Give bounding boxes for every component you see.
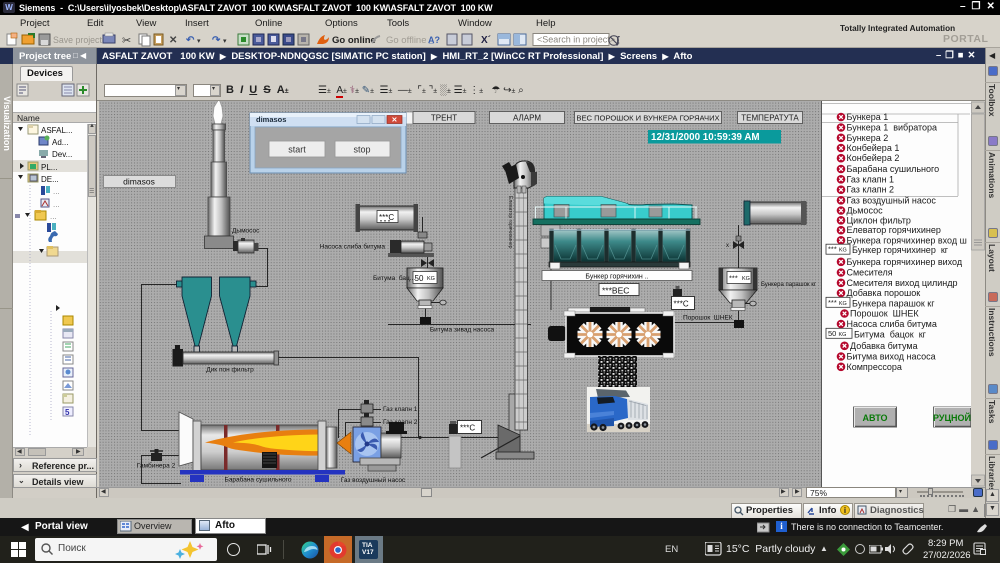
svg-text:Dev...: Dev... — [52, 150, 72, 159]
svg-text:KG: KG — [427, 276, 435, 282]
svg-text:Бункера 1: Бункера 1 — [847, 112, 889, 122]
svg-text:Бункер горячихинер кг: Бункер горячихинер кг — [852, 245, 949, 255]
svg-text:Битума бац...: Битума бац... — [373, 274, 415, 282]
svg-text:A̲?: A̲? — [428, 35, 440, 45]
svg-text:Go offline: Go offline — [386, 35, 427, 46]
svg-text:KG: KG — [742, 276, 750, 282]
svg-text:Save project: Save project — [53, 35, 102, 45]
svg-text:Порошок ШНЕК: Порошок ШНЕК — [683, 315, 733, 322]
svg-text:Елеватор горячихинер: Елеватор горячихинер — [507, 196, 513, 249]
svg-text:dimasos: dimasos — [123, 177, 155, 187]
svg-text:PL...: PL... — [41, 163, 57, 172]
svg-text:Газ воздушный насос: Газ воздушный насос — [341, 476, 406, 484]
svg-text:Циклон фильтр: Циклон фильтр — [847, 215, 911, 225]
svg-text:***ВЕС: ***ВЕС — [602, 286, 629, 296]
svg-text:...: ... — [50, 212, 57, 221]
svg-text:Бункера горячихинер виход: Бункера горячихинер виход — [847, 257, 963, 267]
svg-text:Порошок ШНЕК: Порошок ШНЕК — [850, 309, 919, 319]
svg-text:Go online: Go online — [332, 35, 376, 46]
svg-text:Конбейера 1: Конбейера 1 — [847, 143, 900, 153]
svg-text:✕: ✕ — [169, 35, 177, 46]
svg-text:Битума виход насоса: Битума виход насоса — [847, 352, 936, 362]
svg-text:Дик пон фильтр: Дик пон фильтр — [206, 367, 254, 374]
svg-text:DE...: DE... — [41, 175, 59, 184]
svg-text:12/31/2000 10:59:39 AM: 12/31/2000 10:59:39 AM — [651, 132, 760, 143]
svg-text:Газ клапн 1: Газ клапн 1 — [383, 406, 418, 413]
svg-text:5: 5 — [65, 408, 70, 417]
svg-text:ТЕМПЕРАТУТА: ТЕМПЕРАТУТА — [741, 114, 799, 123]
svg-text:Дымосос: Дымосос — [232, 228, 260, 235]
svg-text:АВТО: АВТО — [863, 413, 888, 423]
svg-text:АЛАРМ: АЛАРМ — [513, 114, 541, 123]
svg-text:Смесителя: Смесителя — [847, 268, 893, 278]
svg-text:Бункера горячихинер вход ш: Бункера горячихинер вход ш — [847, 235, 967, 245]
svg-text:Газ клапн 2: Газ клапн 2 — [383, 419, 418, 426]
svg-text:Барабана сушильного: Барабана сушильного — [225, 476, 292, 484]
svg-text:50: 50 — [415, 274, 424, 283]
svg-text:↷: ↷ — [212, 35, 221, 46]
svg-text:Бункера парашок кг: Бункера парашок кг — [761, 282, 817, 288]
svg-text:Газ воздушный насос: Газ воздушный насос — [847, 195, 937, 205]
svg-text:Добавка битума: Добавка битума — [850, 341, 918, 351]
svg-text:▾: ▾ — [197, 38, 201, 45]
svg-text:Смесителя виход цилиндр: Смесителя виход цилиндр — [847, 278, 958, 288]
svg-text:...: ... — [53, 200, 60, 209]
svg-text:Бункера 1 вибратора: Бункера 1 вибратора — [847, 123, 938, 133]
svg-text:Добавка порошок: Добавка порошок — [847, 288, 921, 298]
svg-text:<Search in project>: <Search in project> — [537, 35, 615, 45]
svg-text:Елеватор горячихинер: Елеватор горячихинер — [847, 225, 941, 235]
svg-text:ASFAL...: ASFAL... — [41, 126, 73, 135]
svg-text:Дьмосос: Дьмосос — [847, 206, 884, 216]
svg-text:***: *** — [729, 274, 738, 283]
svg-text:Компрессора: Компрессора — [847, 362, 902, 372]
svg-text:Битума зивад насоса: Битума зивад насоса — [430, 327, 495, 334]
svg-text:X´: X´ — [481, 35, 491, 46]
svg-text:Конбейера 2: Конбейера 2 — [847, 153, 900, 163]
svg-text:dimasos: dimasos — [256, 115, 286, 124]
svg-text:▾: ▾ — [223, 38, 227, 45]
svg-text:start: start — [288, 145, 306, 155]
svg-text:Бункер горячихин ..: Бункер горячихин .. — [585, 274, 648, 281]
svg-text:***C: ***C — [674, 300, 689, 309]
svg-text:Битума бацок кг: Битума бацок кг — [854, 329, 927, 339]
svg-text:✂: ✂ — [122, 35, 131, 47]
svg-text:Насоса слиба битума: Насоса слиба битума — [320, 243, 386, 251]
svg-text:ТРЕНТ: ТРЕНТ — [431, 114, 457, 123]
svg-text:Бункера 2: Бункера 2 — [847, 133, 889, 143]
svg-text:РУЦНОЙ: РУЦНОЙ — [933, 412, 971, 423]
svg-text:Ad...: Ad... — [52, 138, 68, 147]
svg-text:Газ клапн 2: Газ клапн 2 — [847, 185, 895, 195]
svg-text:Барабана сушильного: Барабана сушильного — [847, 164, 940, 174]
svg-text:Бункера парашок кг: Бункера парашок кг — [852, 298, 935, 308]
svg-text:***C: ***C — [460, 424, 475, 433]
svg-text:Насоса слиба битума: Насоса слиба битума — [847, 319, 937, 329]
svg-text:✕: ✕ — [392, 117, 398, 124]
svg-text:Газ клапн 1: Газ клапн 1 — [847, 174, 895, 184]
svg-text:...: ... — [53, 187, 60, 196]
svg-text:х: х — [726, 243, 729, 249]
svg-text:ВЕС ПОРОШОК И ВУНКЕРА ГОРЯАЧИХ: ВЕС ПОРОШОК И ВУНКЕРА ГОРЯАЧИХ — [576, 114, 719, 123]
svg-text:↶: ↶ — [185, 35, 195, 46]
svg-text:Гамбинера 2: Гамбинера 2 — [137, 462, 176, 470]
svg-text:stop: stop — [353, 145, 370, 155]
